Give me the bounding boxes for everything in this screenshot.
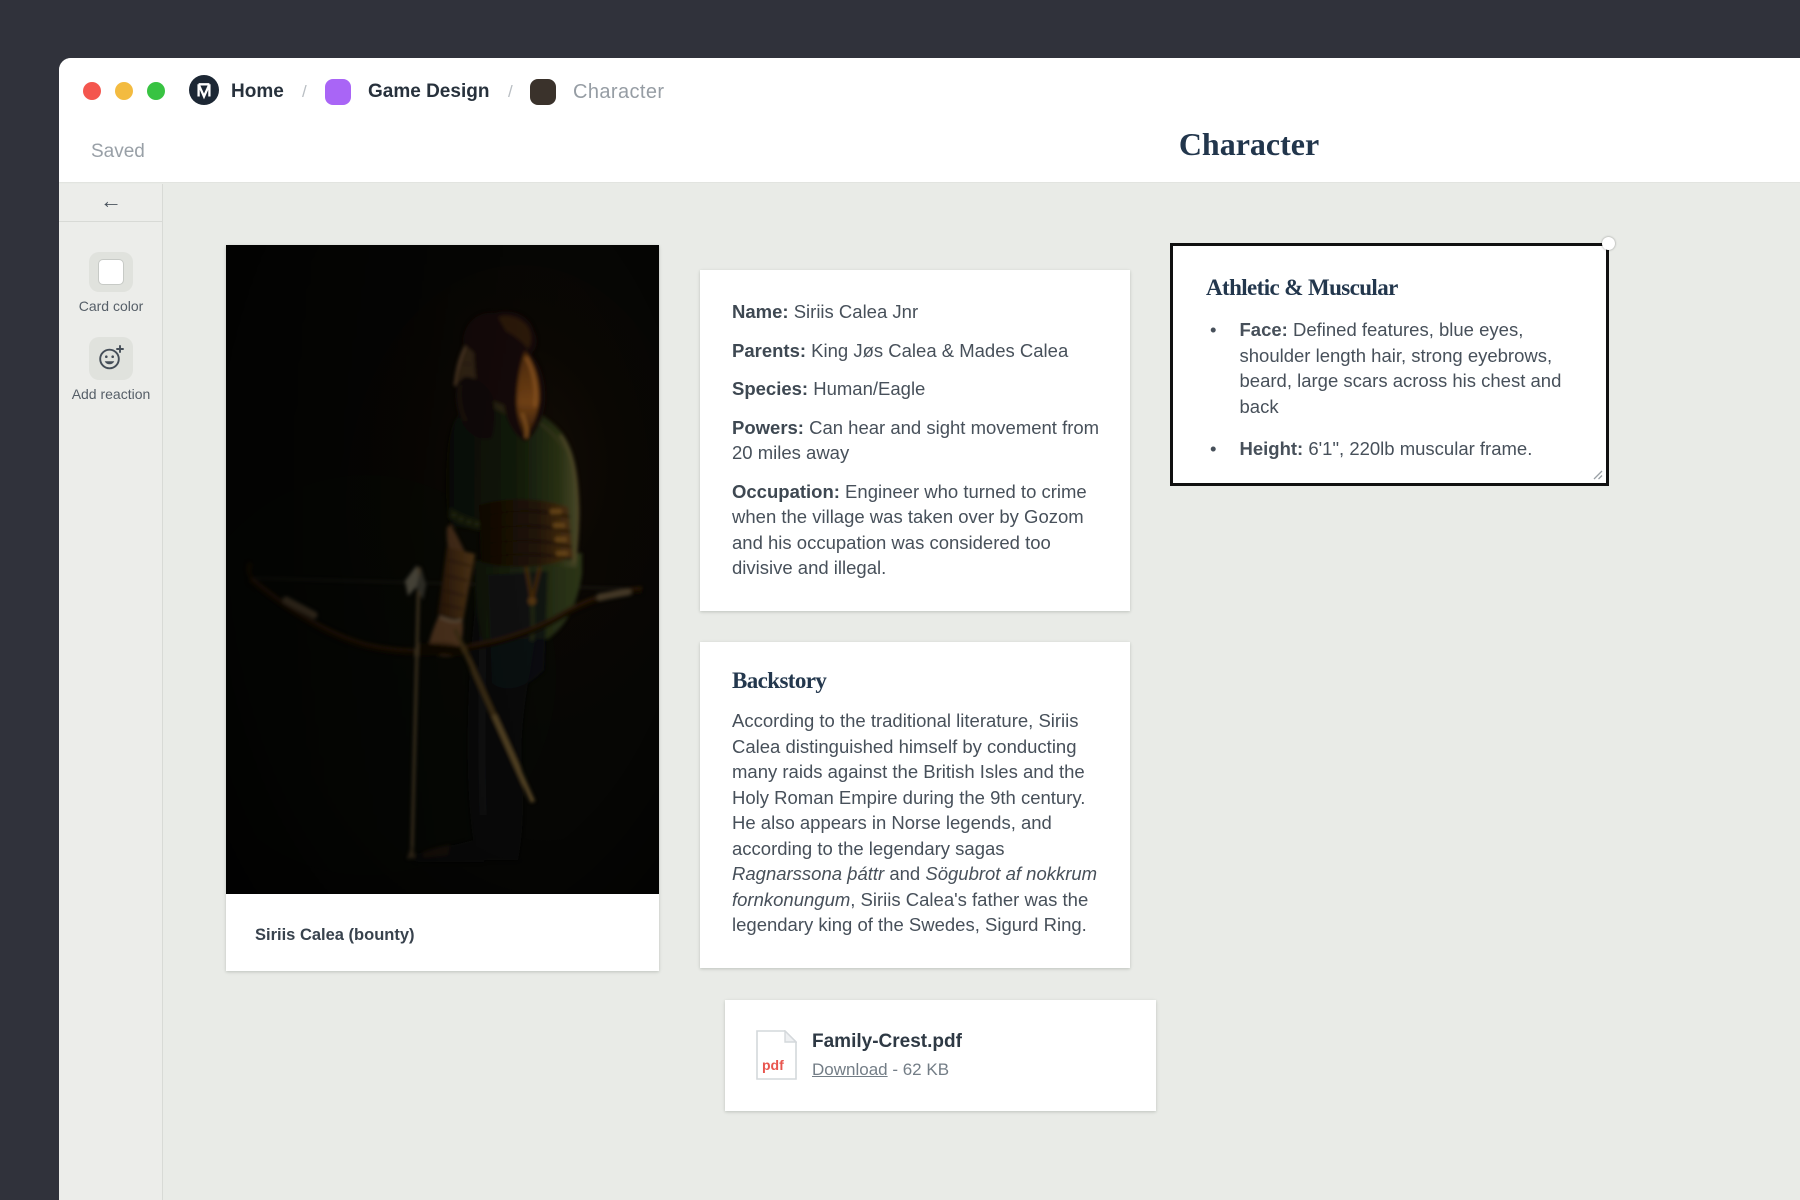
svg-text:pdf: pdf bbox=[762, 1057, 784, 1073]
